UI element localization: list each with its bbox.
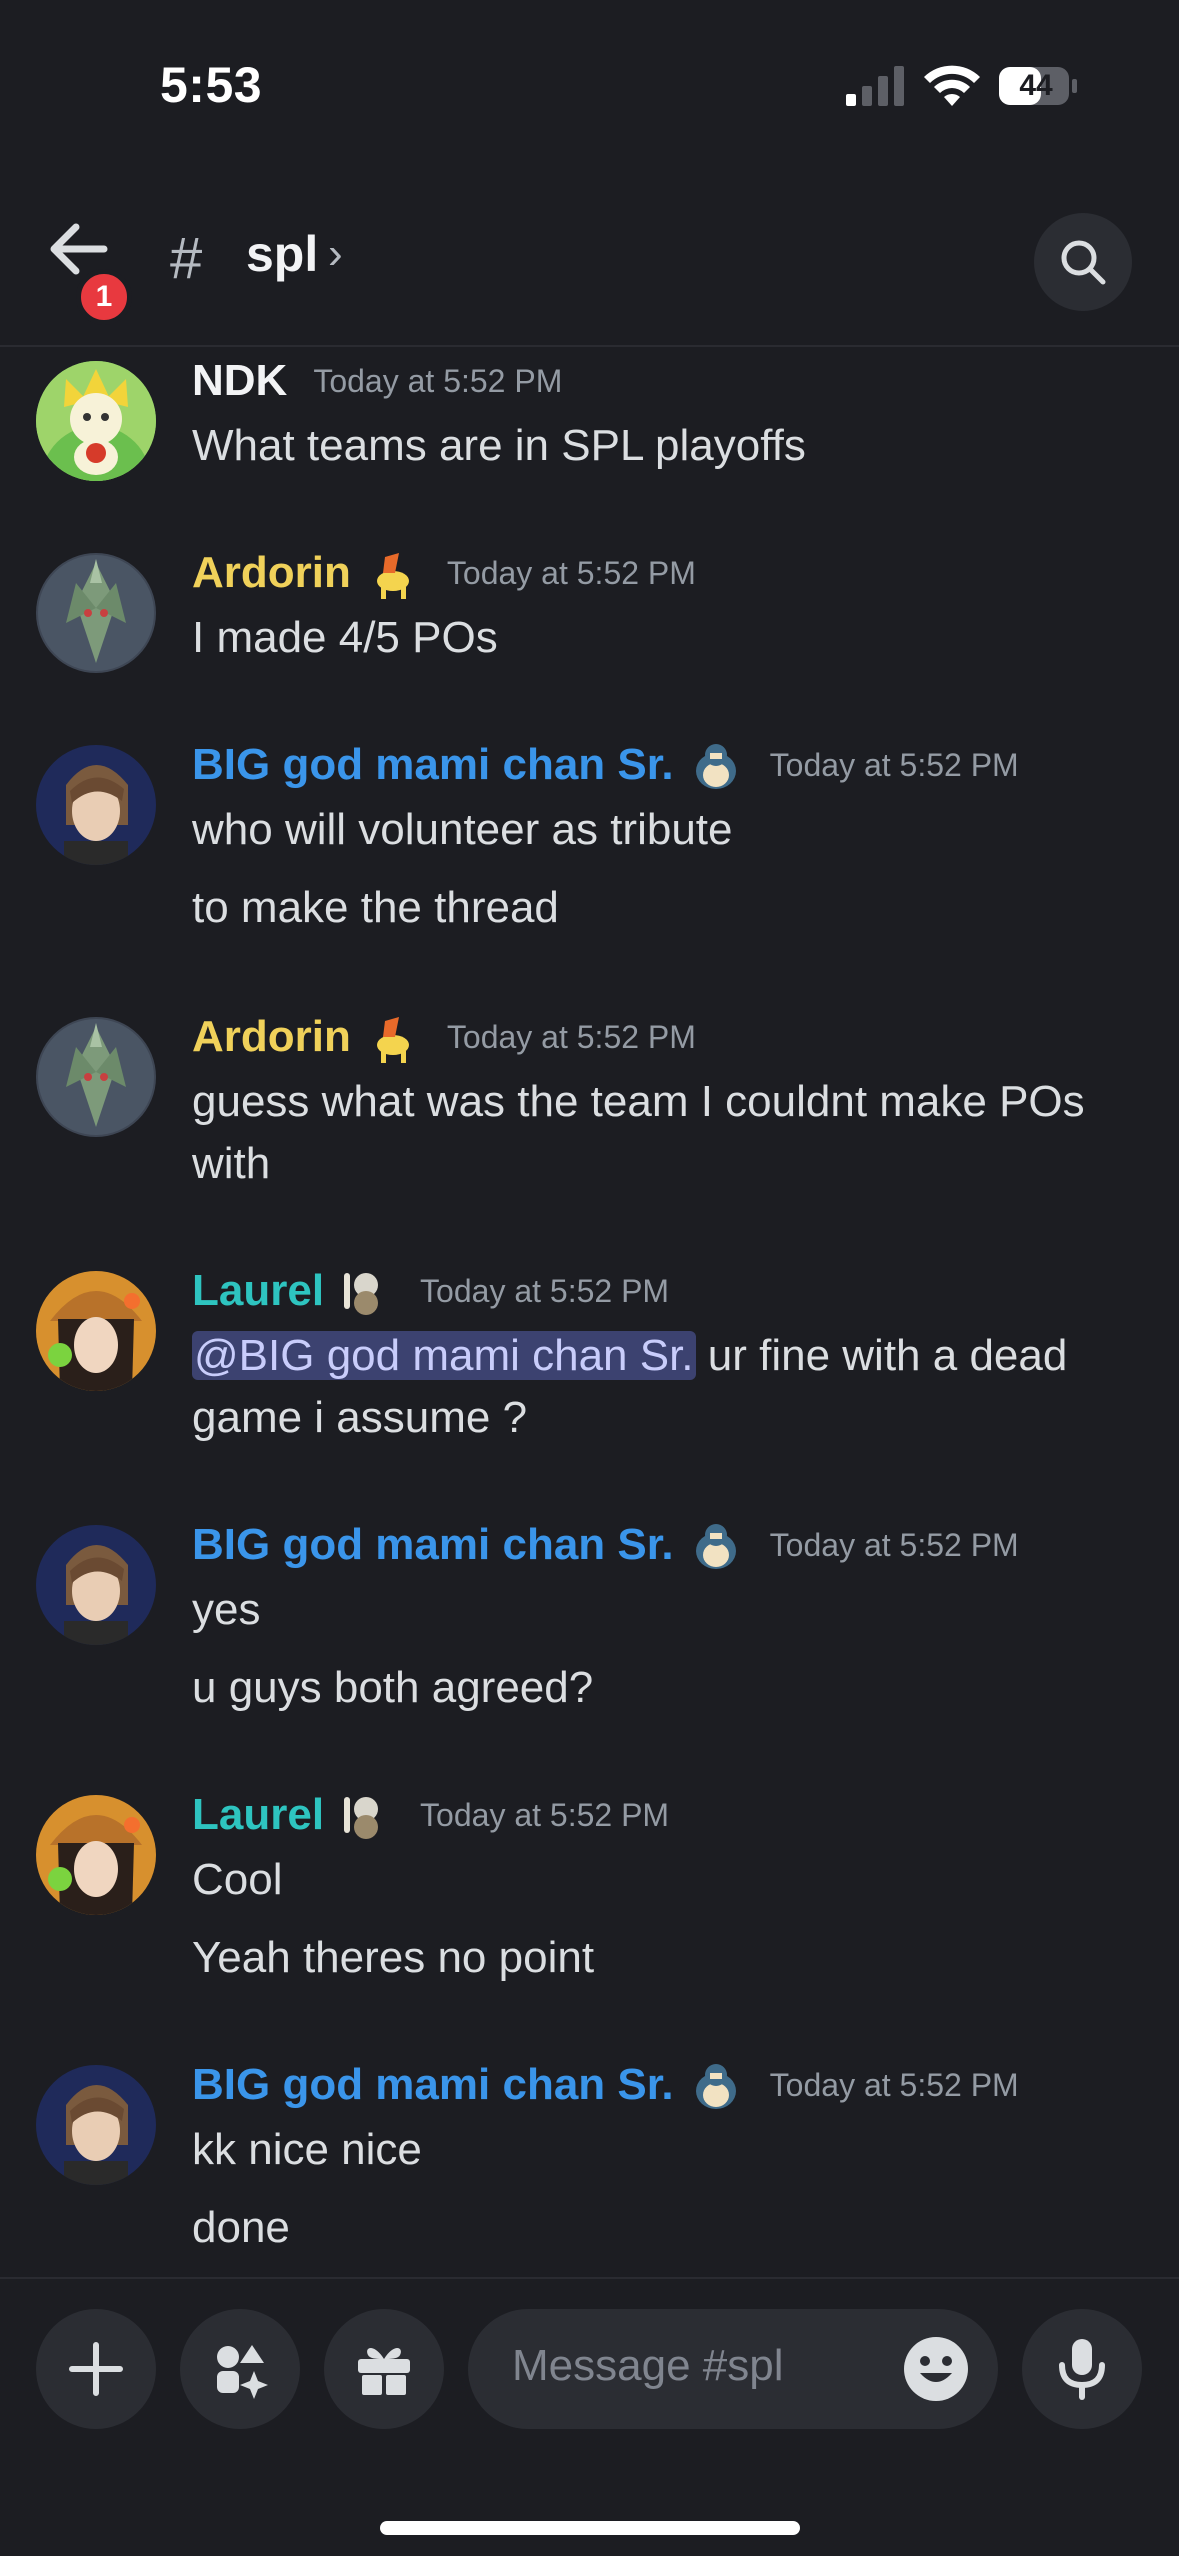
- hash-icon: #: [170, 226, 203, 291]
- chevron-right-icon[interactable]: ›: [328, 229, 343, 279]
- cubone-badge-icon: [344, 1273, 379, 1315]
- anime-man-avatar-icon: [36, 2065, 156, 2185]
- message-text: I made 4/5 POs: [192, 613, 498, 662]
- timestamp: Today at 5:52 PM: [446, 554, 696, 591]
- apps-sparkle-icon: [217, 2345, 268, 2399]
- gift-icon: [358, 2348, 410, 2395]
- message-text: What teams are in SPL playoffs: [192, 421, 806, 470]
- message-header: Laurel Today at 5:52 PM: [192, 1261, 669, 1321]
- search-icon: [1061, 240, 1106, 285]
- message-text: Yeah theres no point: [192, 1933, 595, 1982]
- message-text: who will volunteer as tribute: [192, 805, 733, 854]
- emoji-icon[interactable]: [902, 2335, 970, 2403]
- voice-message-button[interactable]: [1022, 2309, 1142, 2429]
- username[interactable]: Laurel: [192, 1266, 324, 1316]
- avatar[interactable]: [36, 361, 156, 481]
- user-mention[interactable]: @BIG god mami chan Sr.: [192, 1331, 696, 1380]
- message[interactable]: NDK Today at 5:52 PM What teams are in S…: [0, 349, 1179, 529]
- message-input[interactable]: Message #spl: [468, 2309, 998, 2429]
- message[interactable]: Ardorin Today at 5:52 PM I made 4/5 POs: [0, 541, 1179, 721]
- message-header: BIG god mami chan Sr. Today at 5:52 PM: [192, 1515, 1019, 1575]
- jirachi-avatar-icon: [36, 361, 156, 481]
- message-text: yes: [192, 1585, 261, 1634]
- search-button[interactable]: [1034, 213, 1132, 311]
- avatar[interactable]: [36, 1017, 156, 1137]
- tyranitar-avatar-icon: [36, 553, 156, 673]
- plus-icon: [69, 2342, 123, 2396]
- avatar[interactable]: [36, 1525, 156, 1645]
- message-list: NDK Today at 5:52 PM What teams are in S…: [0, 349, 1179, 2277]
- username[interactable]: Laurel: [192, 1790, 324, 1840]
- timestamp: Today at 5:52 PM: [769, 2066, 1019, 2103]
- username[interactable]: BIG god mami chan Sr.: [192, 740, 674, 790]
- timestamp: Today at 5:52 PM: [313, 362, 563, 399]
- message-header: Ardorin Today at 5:52 PM: [192, 543, 696, 603]
- ponyta-badge-icon: [376, 553, 409, 599]
- message-header: Laurel Today at 5:52 PM: [192, 1785, 669, 1845]
- anime-girl-avatar-icon: [36, 1795, 156, 1915]
- channel-name[interactable]: spl: [246, 225, 318, 283]
- add-attachment-button[interactable]: [36, 2309, 156, 2429]
- message[interactable]: Ardorin Today at 5:52 PM guess what was …: [0, 1005, 1179, 1245]
- avatar[interactable]: [36, 553, 156, 673]
- message-text-segment: ur fine with a dead: [695, 1331, 1068, 1380]
- message[interactable]: Laurel Today at 5:52 PM Cool Yeah theres…: [0, 1783, 1179, 2043]
- anime-man-avatar-icon: [36, 1525, 156, 1645]
- channel-header: 1 # spl ›: [0, 175, 1179, 347]
- snorlax-badge-icon: [695, 2064, 736, 2109]
- message[interactable]: BIG god mami chan Sr. Today at 5:52 PM w…: [0, 733, 1179, 993]
- anime-man-avatar-icon: [36, 745, 156, 865]
- message-text: with: [192, 1139, 271, 1188]
- timestamp: Today at 5:52 PM: [446, 1018, 696, 1055]
- status-time: 5:53: [160, 57, 263, 113]
- message-text: Cool: [192, 1855, 283, 1904]
- composer-bar: Message #spl: [0, 2277, 1179, 2556]
- message[interactable]: BIG god mami chan Sr. Today at 5:52 PM y…: [0, 1513, 1179, 1773]
- avatar[interactable]: [36, 2065, 156, 2185]
- message[interactable]: BIG god mami chan Sr. Today at 5:52 PM k…: [0, 2053, 1179, 2277]
- battery-icon: 44: [998, 66, 1078, 106]
- avatar[interactable]: [36, 745, 156, 865]
- username[interactable]: Ardorin: [192, 1012, 351, 1062]
- timestamp: Today at 5:52 PM: [420, 1796, 670, 1833]
- message-text: guess what was the team I couldnt make P…: [192, 1077, 1085, 1126]
- unread-badge: 1: [76, 269, 132, 325]
- status-bar: 5:53 44: [0, 0, 1179, 175]
- home-indicator[interactable]: [380, 2521, 800, 2535]
- message-text: u guys both agreed?: [192, 1663, 594, 1712]
- message-header: NDK Today at 5:52 PM: [192, 351, 562, 411]
- message-input-placeholder: Message #spl: [512, 2341, 784, 2390]
- username[interactable]: Ardorin: [192, 548, 351, 598]
- snorlax-badge-icon: [695, 744, 736, 789]
- battery-level: 44: [1019, 69, 1053, 102]
- username[interactable]: NDK: [192, 356, 287, 406]
- message-header: Ardorin Today at 5:52 PM: [192, 1007, 696, 1067]
- message-text: done: [192, 2203, 290, 2252]
- ponyta-badge-icon: [376, 1017, 409, 1063]
- username[interactable]: BIG god mami chan Sr.: [192, 2060, 674, 2110]
- microphone-icon: [1059, 2339, 1105, 2400]
- cellular-signal-icon: [846, 66, 904, 106]
- message-text: to make the thread: [192, 883, 559, 932]
- gift-button[interactable]: [324, 2309, 444, 2429]
- username[interactable]: BIG god mami chan Sr.: [192, 1520, 674, 1570]
- message-text: game i assume ?: [192, 1393, 528, 1442]
- anime-girl-avatar-icon: [36, 1271, 156, 1391]
- wifi-icon: [924, 65, 980, 106]
- message-header: BIG god mami chan Sr. Today at 5:52 PM: [192, 2055, 1019, 2115]
- message-text: kk nice nice: [192, 2125, 422, 2174]
- message-text: @BIG god mami chan Sr. ur fine with a de…: [192, 1325, 1142, 1387]
- timestamp: Today at 5:52 PM: [769, 746, 1019, 783]
- tyranitar-avatar-icon: [36, 1017, 156, 1137]
- message-header: BIG god mami chan Sr. Today at 5:52 PM: [192, 735, 1019, 795]
- timestamp: Today at 5:52 PM: [769, 1526, 1019, 1563]
- avatar[interactable]: [36, 1271, 156, 1391]
- timestamp: Today at 5:52 PM: [420, 1272, 670, 1309]
- avatar[interactable]: [36, 1795, 156, 1915]
- cubone-badge-icon: [344, 1797, 379, 1839]
- snorlax-badge-icon: [695, 1524, 736, 1569]
- apps-button[interactable]: [180, 2309, 300, 2429]
- message[interactable]: Laurel Today at 5:52 PM @BIG god mami ch…: [0, 1259, 1179, 1499]
